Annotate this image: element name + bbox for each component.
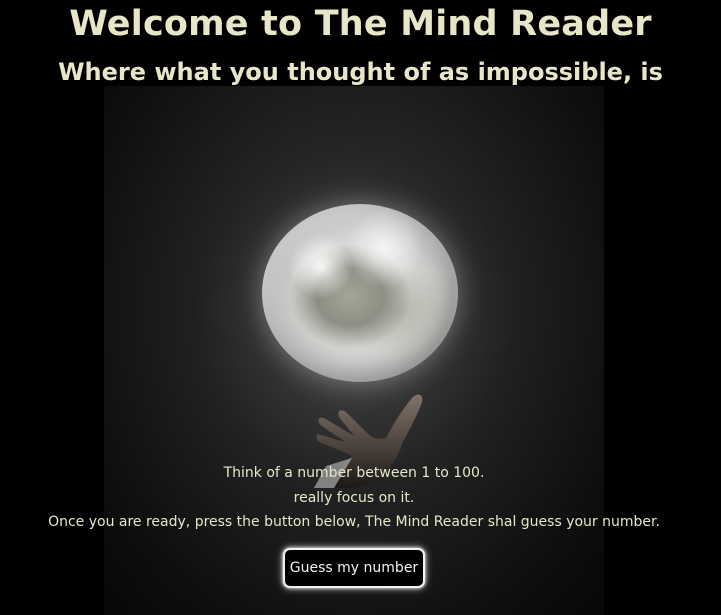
instruction-line-3: Once you are ready, press the button bel… xyxy=(48,514,660,530)
page-title: Welcome to The Mind Reader xyxy=(69,4,652,44)
guess-my-number-button[interactable]: Guess my number xyxy=(283,548,425,588)
instructions: Think of a number between 1 to 100. real… xyxy=(0,461,708,535)
instruction-line-1: Think of a number between 1 to 100. xyxy=(223,465,485,481)
instruction-line-2: really focus on it. xyxy=(293,489,415,506)
moon-globe xyxy=(262,204,458,382)
moon-hand-image xyxy=(104,86,604,615)
